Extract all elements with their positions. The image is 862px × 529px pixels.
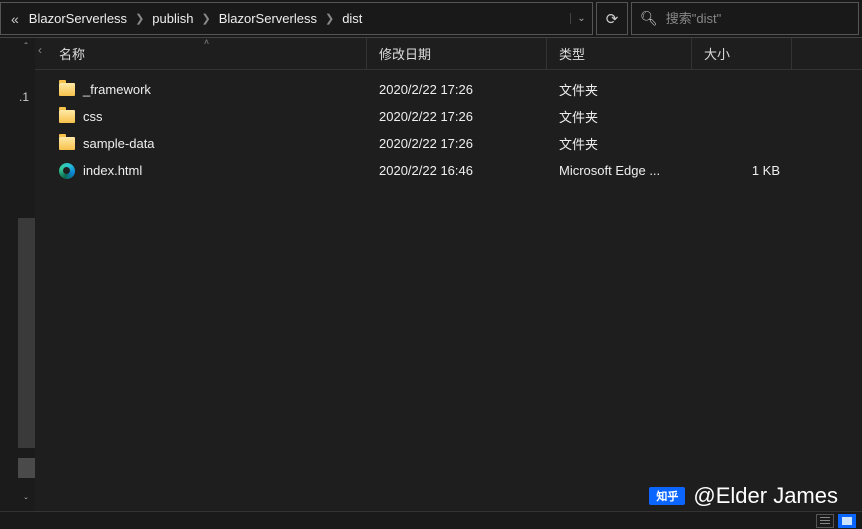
file-row[interactable]: css 2020/2/22 17:26文件夹 — [35, 103, 862, 130]
search-icon: 🔍︎ — [640, 10, 658, 27]
breadcrumb-item[interactable]: BlazorServerless — [213, 3, 323, 34]
refresh-icon: ⟳ — [606, 10, 619, 28]
column-header-size[interactable]: 大小 — [692, 38, 792, 69]
column-label: 大小 — [704, 44, 730, 63]
file-name: css — [83, 109, 103, 124]
file-date: 2020/2/22 16:46 — [367, 163, 547, 178]
search-input[interactable] — [666, 11, 850, 26]
file-name: _framework — [83, 82, 151, 97]
address-bar: « BlazorServerless ❯ publish ❯ BlazorSer… — [0, 0, 862, 38]
breadcrumb-overflow-icon[interactable]: « — [7, 11, 23, 27]
main-area: ˆ .1 ˇ ‹ ˄ 名称 修改日期 类型 大小 _framework2020/ — [0, 38, 862, 511]
search-box[interactable]: 🔍︎ — [631, 2, 859, 35]
file-date: 2020/2/22 17:26 — [367, 82, 547, 97]
breadcrumb-item[interactable]: publish — [146, 3, 199, 34]
scroll-up-button[interactable]: ˆ — [17, 38, 35, 56]
file-type: 文件夹 — [547, 134, 692, 153]
file-type: 文件夹 — [547, 80, 692, 99]
column-headers: ˄ 名称 修改日期 类型 大小 — [35, 38, 862, 70]
file-type: 文件夹 — [547, 107, 692, 126]
breadcrumb-item[interactable]: dist — [336, 3, 368, 34]
chevron-right-icon[interactable]: ❯ — [323, 12, 336, 25]
file-row[interactable]: sample-data 2020/2/22 17:26文件夹 — [35, 130, 862, 157]
column-label: 名称 — [59, 44, 85, 63]
nav-collapse-icon[interactable]: ‹ — [35, 43, 45, 57]
column-header-type[interactable]: 类型 — [547, 38, 692, 69]
scrollbar-track[interactable] — [18, 218, 35, 448]
navigation-pane: ˆ .1 ˇ — [0, 38, 35, 511]
edge-icon — [59, 163, 75, 179]
column-header-name[interactable]: ˄ 名称 — [47, 38, 367, 69]
scroll-down-button[interactable]: ˇ — [17, 493, 35, 511]
file-name: index.html — [83, 163, 142, 178]
breadcrumb[interactable]: « BlazorServerless ❯ publish ❯ BlazorSer… — [0, 2, 593, 35]
file-row[interactable]: _framework 2020/2/22 17:26文件夹 — [35, 76, 862, 103]
status-bar — [0, 511, 862, 529]
column-label: 类型 — [559, 44, 585, 63]
column-header-date[interactable]: 修改日期 — [367, 38, 547, 69]
file-size: 1 KB — [692, 163, 792, 178]
folder-icon — [59, 110, 75, 123]
file-name: sample-data — [83, 136, 155, 151]
breadcrumb-item[interactable]: BlazorServerless — [23, 3, 133, 34]
file-date: 2020/2/22 17:26 — [367, 109, 547, 124]
breadcrumb-dropdown-icon[interactable]: ⌄ — [570, 13, 592, 24]
column-label: 修改日期 — [379, 44, 431, 63]
view-large-icons-button[interactable] — [838, 514, 856, 528]
view-details-button[interactable] — [816, 514, 834, 528]
folder-icon — [59, 83, 75, 96]
chevron-right-icon[interactable]: ❯ — [199, 12, 212, 25]
file-date: 2020/2/22 17:26 — [367, 136, 547, 151]
file-list: _framework2020/2/22 17:26文件夹css2020/2/22… — [35, 70, 862, 511]
nav-item-fragment[interactable]: .1 — [0, 90, 35, 104]
folder-icon — [59, 137, 75, 150]
chevron-right-icon[interactable]: ❯ — [133, 12, 146, 25]
file-type: Microsoft Edge ... — [547, 163, 692, 178]
file-pane: ‹ ˄ 名称 修改日期 类型 大小 _framework 2020/2/22 17… — [35, 38, 862, 511]
file-row[interactable]: index.html 2020/2/22 16:46Microsoft Edge … — [35, 157, 862, 184]
refresh-button[interactable]: ⟳ — [596, 2, 628, 35]
scrollbar-thumb[interactable] — [18, 458, 35, 478]
sort-ascending-icon: ˄ — [204, 37, 209, 47]
